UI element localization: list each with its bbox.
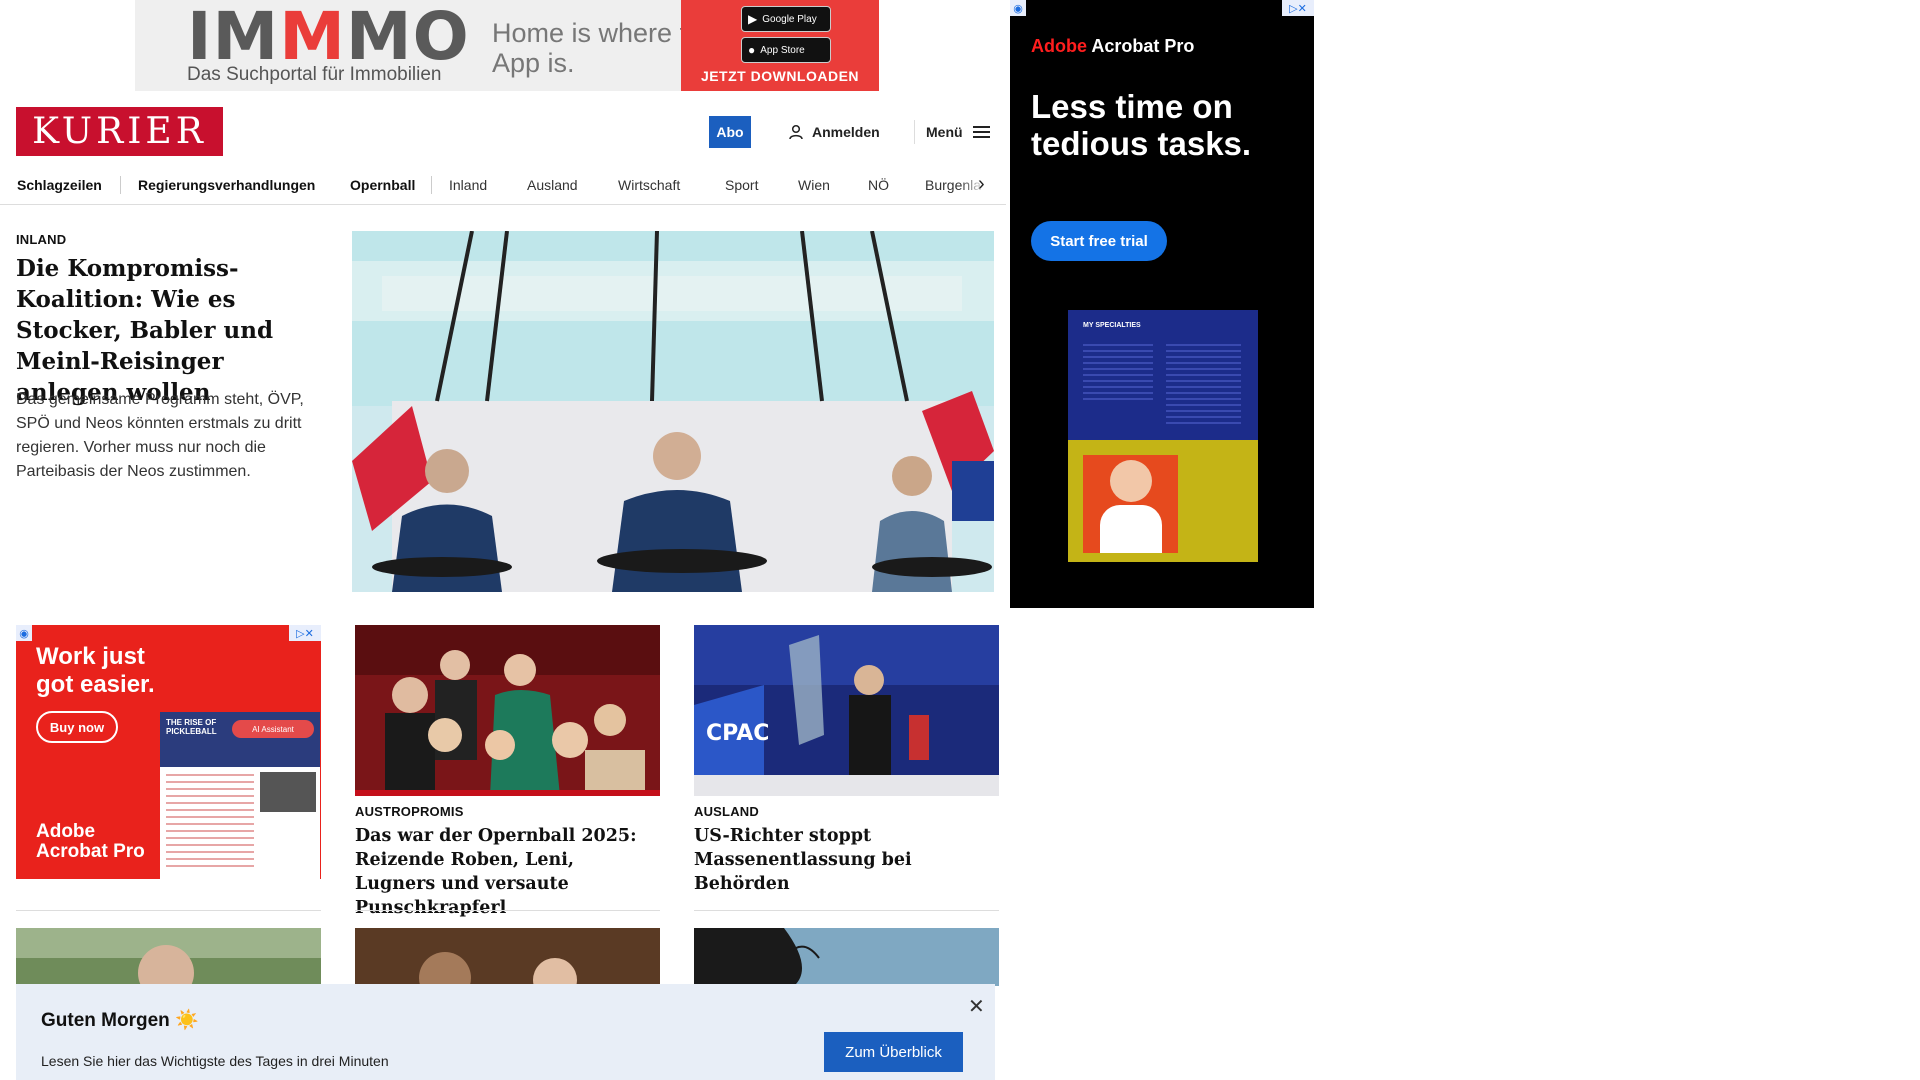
chevron-right-icon[interactable]: › (978, 173, 985, 196)
opernball-image (355, 625, 660, 796)
user-icon (789, 124, 803, 140)
thumbnail-image (355, 928, 660, 986)
nav-item-noe[interactable]: NÖ (868, 167, 889, 203)
article-thumbnail[interactable] (355, 928, 660, 986)
card-headline[interactable]: US-Richter stoppt Massenentlassung bei B… (694, 824, 999, 896)
lead-teaser: Das gemeinsame Programm steht, ÖVP, SPÖ … (16, 391, 304, 480)
divider (16, 910, 321, 911)
start-free-trial-button[interactable]: Start free trial (1031, 221, 1167, 261)
google-play-badge[interactable]: ▶ Google Play (741, 6, 831, 32)
divider (694, 910, 999, 911)
lead-kicker[interactable]: INLAND (16, 232, 66, 247)
menu-button[interactable]: Menü (926, 122, 990, 142)
nav-item-regierungsverhandlungen[interactable]: Regierungsverhandlungen (138, 167, 315, 203)
cpac-image: CPAC (694, 625, 999, 796)
app-store-badge[interactable]: ● App Store (741, 37, 831, 63)
press-conference-image (352, 231, 994, 592)
thumbnail-image (16, 928, 321, 986)
divider (355, 910, 660, 911)
nav-divider (431, 176, 432, 194)
ad-headline: Less time on tedious tasks. (1031, 88, 1252, 162)
morning-briefing-banner: Guten Morgen ☀️ Lesen Sie hier das Wicht… (16, 984, 995, 1080)
acrobat-card-ad[interactable]: ◉ ▷✕ Work just got easier. Buy now THE R… (16, 625, 321, 879)
abo-button[interactable]: Abo (709, 116, 751, 148)
ad-subtitle: Das Suchportal für Immobilien (187, 64, 442, 85)
article-thumbnail[interactable] (694, 928, 999, 986)
nav-item-wirtschaft[interactable]: Wirtschaft (618, 167, 680, 203)
adchoices-icon[interactable]: ◉ (1010, 0, 1026, 16)
thumbnail-image (694, 928, 999, 986)
opernball-photo[interactable] (355, 625, 660, 796)
lead-photo[interactable] (352, 231, 994, 592)
card-kicker[interactable]: AUSTROPROMIS (355, 804, 464, 819)
overview-button[interactable]: Zum Überblick (824, 1032, 963, 1072)
ad-document-preview: THE RISE OF PICKLEBALL AI Assistant (160, 712, 320, 879)
greeting-title: Guten Morgen ☀️ (41, 1010, 199, 1031)
article-thumbnail[interactable] (16, 928, 321, 986)
svg-text:CPAC: CPAC (706, 721, 769, 746)
download-cta[interactable]: JETZT DOWNLOADEN (681, 68, 879, 84)
nav-item-schlagzeilen[interactable]: Schlagzeilen (17, 167, 102, 203)
immmo-logo: IMMIMMO (187, 0, 470, 75)
acrobat-skyscraper-ad[interactable]: ◉ ▷✕ Adobe Acrobat Pro Less time on tedi… (1010, 0, 1314, 608)
lead-headline[interactable]: Die Kompromiss-Koalition: Wie es Stocker… (16, 253, 316, 408)
ad-document-preview: MY SPECIALTIES (1068, 310, 1258, 562)
buy-now-button[interactable]: Buy now (36, 711, 118, 743)
apple-icon: ● (748, 43, 756, 57)
immmo-banner-ad[interactable]: IMMIMMO Das Suchportal für Immobilien Ho… (135, 0, 879, 91)
play-icon: ▶ (748, 12, 758, 26)
header-divider (914, 120, 915, 144)
close-icon[interactable]: ✕ (968, 994, 985, 1019)
greeting-subtitle: Lesen Sie hier das Wichtigste des Tages … (41, 1053, 389, 1069)
card-headline[interactable]: Das war der Opernball 2025: Reizende Rob… (355, 824, 660, 920)
ad-headline: Work just got easier. (36, 643, 155, 698)
ad-brand: Adobe Acrobat Pro (36, 821, 145, 862)
login-button[interactable]: Anmelden (788, 122, 880, 142)
card-kicker[interactable]: AUSLAND (694, 804, 759, 819)
kurier-logo[interactable]: KURIER (16, 107, 223, 156)
cpac-photo[interactable]: CPAC (694, 625, 999, 796)
nav-item-wien[interactable]: Wien (798, 167, 830, 203)
ad-download-panel[interactable]: ▶ Google Play ● App Store JETZT DOWNLOAD… (681, 0, 879, 91)
ad-close-icon[interactable]: ▷✕ (289, 625, 321, 641)
section-nav: Schlagzeilen Regierungsverhandlungen Ope… (0, 167, 1006, 205)
ad-brand: Adobe Acrobat Pro (1031, 36, 1195, 56)
hamburger-icon (972, 125, 990, 139)
adchoices-icon[interactable]: ◉ (16, 625, 32, 641)
nav-divider (120, 176, 121, 194)
nav-item-opernball[interactable]: Opernball (350, 167, 415, 203)
nav-item-ausland[interactable]: Ausland (527, 167, 578, 203)
nav-item-inland[interactable]: Inland (449, 167, 487, 203)
ad-close-icon[interactable]: ▷✕ (1282, 0, 1314, 16)
nav-item-sport[interactable]: Sport (725, 167, 758, 203)
